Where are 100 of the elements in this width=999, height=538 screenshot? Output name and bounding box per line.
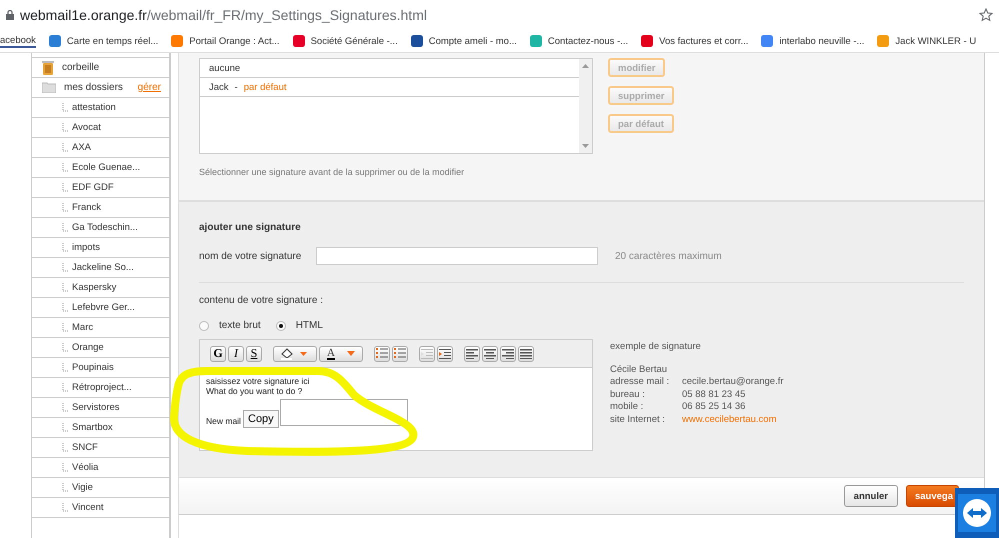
folder-label[interactable]: Ga Todeschin... (72, 222, 169, 233)
folder-label[interactable]: corbeille (62, 62, 169, 73)
copy-button[interactable]: Copy (243, 410, 279, 428)
format-button[interactable]: I (228, 346, 244, 362)
folder-label[interactable]: AXA (72, 142, 169, 153)
tree-branch-icon (62, 483, 69, 492)
tree-branch-icon (62, 343, 69, 352)
signature-name-field[interactable] (316, 247, 598, 265)
caret-icon (346, 351, 355, 356)
field-hint: 20 caractères maximum (615, 250, 722, 262)
tree-branch-icon (62, 403, 69, 412)
bookmark-link[interactable]: Société Générale -... (310, 36, 398, 46)
format-radio[interactable] (199, 320, 209, 330)
bookmark-link[interactable]: Contactez-nous -... (548, 36, 628, 46)
tree-branch-icon (62, 283, 69, 292)
section-title: ajouter une signature (199, 222, 302, 233)
folder-label[interactable]: mes dossiers (64, 82, 130, 93)
folder-label[interactable]: attestation (72, 102, 169, 113)
url-text[interactable]: webmail1e.orange.fr/webmail/fr_FR/my_Settings_Signatures.html (20, 7, 973, 23)
field-label: nom de votre signature (199, 250, 302, 262)
signature-name[interactable]: Jack (209, 82, 229, 92)
folder-label[interactable]: Servistores (72, 402, 169, 413)
folder-label[interactable]: SNCF (72, 442, 169, 453)
bookmark-link[interactable]: Portail Orange : Act... (189, 36, 280, 46)
folder-label[interactable]: Marc (72, 322, 169, 333)
tree-branch-icon (62, 223, 69, 232)
folder-label[interactable]: Lefebvre Ger... (72, 302, 169, 313)
folder-label[interactable]: Kaspersky (72, 282, 169, 293)
example-label: site Internet : (610, 414, 666, 426)
example-label: adresse mail : (610, 376, 670, 388)
tree-branch-icon (62, 463, 69, 472)
bookmark-link[interactable]: Vos factures et corr... (659, 36, 748, 46)
folder-label[interactable]: Orange (72, 342, 169, 353)
folder-label[interactable]: Smartbox (72, 422, 169, 433)
folder-label[interactable]: Véolia (72, 462, 169, 473)
tree-branch-icon (62, 423, 69, 432)
example-name: Cécile Bertau (610, 364, 668, 376)
tree-branch-icon (62, 303, 69, 312)
indent-icon[interactable] (437, 346, 453, 362)
bookmark-link[interactable]: interlabo neuville -... (779, 36, 864, 46)
radio-label[interactable]: texte brut (219, 320, 261, 331)
bookmark-link[interactable]: acebook (0, 34, 36, 48)
hint-text: Sélectionner une signature avant de la supprimer ou de la modifier (199, 167, 466, 177)
justify-icon[interactable] (518, 346, 534, 362)
tree-branch-icon (62, 203, 69, 212)
cancel-button[interactable]: annuler (844, 485, 898, 507)
editor-text: New mail (206, 416, 241, 426)
align-right-icon[interactable] (500, 346, 516, 362)
example-title: exemple de signature (610, 341, 702, 354)
format-button[interactable]: S (246, 346, 262, 362)
signature-list[interactable]: aucune Jack - par défaut (199, 58, 593, 154)
tree-branch-icon (62, 263, 69, 272)
lock-icon (6, 10, 14, 20)
example-label: bureau : (610, 388, 646, 401)
folder-label[interactable]: Poupinais (72, 362, 169, 373)
tree-branch-icon (62, 363, 69, 372)
tree-branch-icon (62, 123, 69, 132)
example-value: cecile.bertau@orange.fr (682, 376, 784, 388)
trash-icon (42, 60, 54, 74)
bullet-list-icon[interactable] (392, 346, 408, 362)
separator-text: - (234, 82, 238, 92)
star-icon[interactable] (979, 8, 993, 22)
tree-branch-icon (62, 383, 69, 392)
tree-branch-icon (62, 163, 69, 172)
editor-text: What do you want to do ? (206, 386, 304, 396)
folder-label[interactable]: Ecole Guenae... (72, 162, 169, 173)
bookmark-link[interactable]: Carte en temps réel... (66, 36, 158, 46)
folder-label[interactable]: Jackeline So... (72, 262, 169, 273)
tree-branch-icon (62, 443, 69, 452)
content-label: contenu de votre signature : (199, 295, 324, 306)
format-radio[interactable] (276, 320, 286, 330)
tree-branch-icon (62, 183, 69, 192)
text-color-button[interactable]: A (319, 346, 363, 362)
remote-control-badge[interactable] (955, 488, 999, 538)
example-label: mobile : (610, 401, 644, 414)
folder-label[interactable]: EDF GDF (72, 182, 169, 193)
align-center-icon[interactable] (482, 346, 498, 362)
tree-branch-icon (62, 103, 69, 112)
folder-label[interactable]: Avocat (72, 122, 169, 133)
folder-label[interactable]: Vigie (72, 482, 169, 493)
folder-label[interactable]: impots (72, 242, 169, 253)
example-value: 06 85 25 14 36 (682, 401, 746, 414)
tree-branch-icon (62, 503, 69, 512)
folder-label[interactable]: Vincent (72, 502, 169, 513)
tree-branch-icon (62, 243, 69, 252)
tree-branch-icon (62, 323, 69, 332)
folder-label[interactable]: Franck (72, 202, 169, 213)
bookmark-link[interactable]: Jack WINKLER - U (895, 36, 976, 46)
ordered-list-icon[interactable] (374, 346, 390, 362)
default-tag: par défaut (244, 82, 287, 92)
folder-label[interactable]: Rétroproject... (72, 382, 169, 393)
example-value: 05 88 81 23 45 (682, 388, 746, 401)
folder-icon (42, 82, 56, 93)
format-button[interactable]: G (210, 346, 226, 362)
tree-branch-icon (62, 143, 69, 152)
fill-color-button[interactable] (273, 346, 317, 362)
signature-name[interactable]: aucune (209, 62, 240, 74)
bookmark-link[interactable]: Compte ameli - mo... (428, 36, 517, 46)
align-left-icon[interactable] (464, 346, 480, 362)
radio-label[interactable]: HTML (296, 320, 323, 331)
